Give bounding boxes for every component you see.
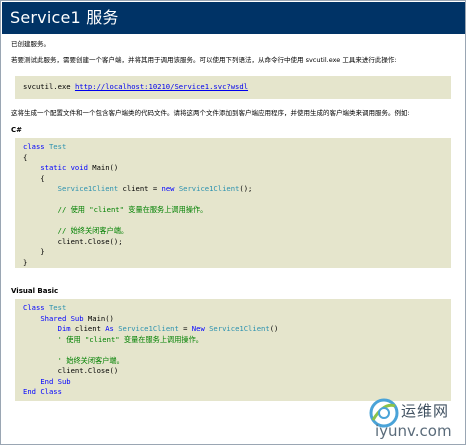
- watermark-cn: 运维网: [401, 402, 450, 420]
- code-line: client.Close();: [23, 237, 252, 248]
- code-text: (): [269, 324, 279, 333]
- code-type: Service1Client: [118, 324, 179, 333]
- code-line: }: [23, 258, 252, 269]
- code-keyword: Sub: [70, 313, 84, 323]
- code-text: client: [70, 324, 106, 333]
- code-text: {: [23, 173, 45, 183]
- service-page: Service1 服务 已创建服务。 若要测试此服务，需要创建一个客户端，并将其…: [0, 0, 466, 445]
- code-keyword: End: [23, 387, 36, 396]
- code-text: client.Close();: [23, 236, 123, 246]
- code-line: {: [23, 174, 252, 185]
- code-text: client =: [118, 184, 162, 193]
- svcutil-command-prefix: svcutil.exe: [23, 82, 75, 91]
- code-line: ' 使用 "client" 变量在服务上调用操作。: [23, 335, 278, 346]
- wsdl-link[interactable]: http://localhost:10210/Service1.svc?wsdl: [75, 82, 248, 91]
- code-line: }: [23, 247, 252, 258]
- code-line: End Class: [23, 387, 278, 398]
- page-header: Service1 服务: [2, 2, 465, 34]
- code-text: client.Close(): [23, 366, 119, 375]
- watermark-en: iyunv.com: [375, 422, 452, 440]
- code-comment: // 始终关闭客户端。: [57, 226, 129, 235]
- code-type: Service1Client: [209, 324, 270, 333]
- code-line: End Sub: [23, 377, 278, 388]
- code-keyword: static: [40, 163, 67, 172]
- vb-heading: Visual Basic: [11, 287, 59, 295]
- csharp-code-block: class Test{ static void Main() { Service…: [15, 138, 451, 268]
- code-type: Service1Client: [57, 184, 119, 193]
- csharp-heading: C#: [11, 126, 23, 134]
- code-keyword: class: [23, 142, 45, 151]
- vb-code-block: Class Test Shared Sub Main() Dim client …: [15, 299, 451, 401]
- code-keyword: Class: [23, 303, 45, 312]
- code-line: Dim client As Service1Client = New Servi…: [23, 324, 279, 335]
- code-line: class Test: [23, 142, 252, 153]
- code-keyword: Shared: [40, 313, 67, 323]
- svcutil-command-block: svcutil.exe http://localhost:10210/Servi…: [15, 76, 451, 99]
- code-text: =: [178, 324, 192, 333]
- code-keyword: Class: [40, 387, 62, 396]
- instructions-text: 若要测试此服务，需要创建一个客户端，并将其用于调用该服务。可以使用下列语法，从命…: [11, 56, 397, 64]
- svcutil-command: svcutil.exe http://localhost:10210/Servi…: [23, 82, 248, 93]
- code-text: }: [23, 247, 45, 256]
- code-keyword: Dim: [57, 324, 71, 333]
- csharp-code: class Test{ static void Main() { Service…: [23, 142, 252, 268]
- watermark: 运维网 iyunv.com: [357, 396, 463, 442]
- code-type: Test: [48, 303, 67, 312]
- code-keyword: New: [191, 324, 205, 333]
- code-keyword: void: [70, 163, 88, 172]
- vb-code: Class Test Shared Sub Main() Dim client …: [23, 303, 278, 398]
- code-comment: ' 使用 "client" 变量在服务上调用操作。: [57, 334, 203, 344]
- generated-files-text: 这将生成一个配置文件和一个包含客户端类的代码文件。请将这两个文件添加到客户端应用…: [11, 109, 410, 117]
- code-type: Test: [48, 142, 67, 151]
- code-line: Class Test: [23, 303, 278, 314]
- code-keyword: new: [161, 184, 175, 193]
- code-keyword: As: [105, 324, 114, 333]
- code-line: client.Close(): [23, 366, 278, 377]
- code-line: // 始终关闭客户端。: [23, 226, 252, 237]
- code-text: ();: [239, 184, 253, 193]
- code-type: Service1Client: [178, 184, 240, 193]
- code-line: Service1Client client = new Service1Clie…: [23, 184, 253, 195]
- code-text: }: [23, 257, 28, 267]
- code-text: Main(): [83, 313, 114, 323]
- code-line: static void Main(): [23, 163, 252, 174]
- code-line: {: [23, 153, 252, 164]
- code-keyword: Sub: [57, 376, 71, 386]
- code-comment: // 使用 "client" 变量在服务上调用操作。: [57, 205, 208, 214]
- code-line: ' 始终关闭客户端。: [23, 356, 278, 367]
- page-title: Service1 服务: [10, 8, 119, 27]
- code-text: Main(): [87, 163, 119, 172]
- code-line: Shared Sub Main(): [23, 314, 278, 325]
- code-text: {: [23, 152, 28, 162]
- code-comment: ' 始终关闭客户端。: [57, 355, 124, 365]
- code-line: // 使用 "client" 变量在服务上调用操作。: [23, 205, 252, 216]
- code-keyword: End: [40, 376, 54, 386]
- created-message: 已创建服务。: [11, 40, 50, 48]
